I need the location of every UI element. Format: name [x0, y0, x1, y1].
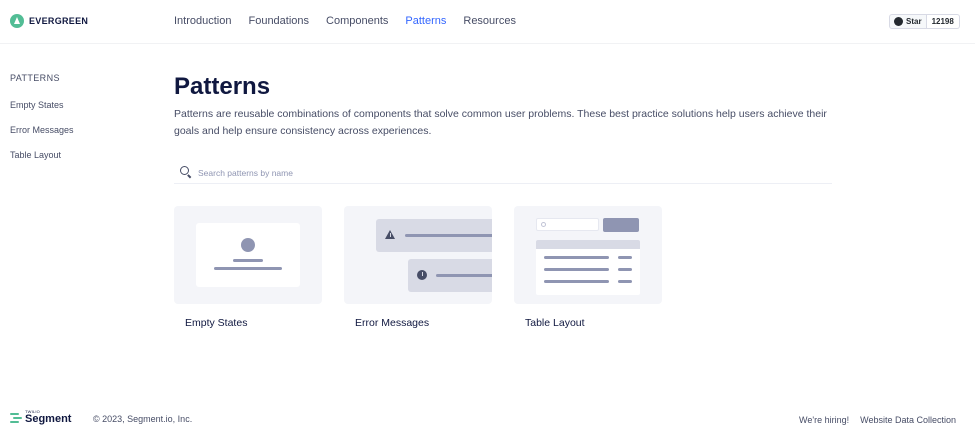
- card-label: Error Messages: [355, 317, 430, 329]
- error-messages-thumbnail: [344, 206, 492, 304]
- pattern-cards: Empty States Error Messages Table Layout: [174, 206, 684, 329]
- table-illustration: [536, 240, 640, 295]
- card-label: Table Layout: [525, 317, 585, 329]
- nav-foundations[interactable]: Foundations: [248, 15, 309, 27]
- segment-logo-icon: [10, 412, 22, 424]
- nav-components[interactable]: Components: [326, 15, 388, 27]
- nav-resources[interactable]: Resources: [463, 15, 516, 27]
- search-input[interactable]: [198, 167, 798, 178]
- sidebar-item-table-layout[interactable]: Table Layout: [10, 150, 74, 175]
- main-nav: Introduction Foundations Components Patt…: [174, 15, 533, 27]
- placeholder-line: [618, 280, 632, 283]
- footer-links: We're hiring! Website Data Collection: [799, 415, 956, 425]
- placeholder-line: [544, 268, 609, 271]
- placeholder-line: [618, 256, 632, 259]
- placeholder-line: [405, 234, 492, 237]
- placeholder-line: [214, 267, 282, 270]
- error-banner-illustration: [408, 259, 492, 292]
- placeholder-line: [618, 268, 632, 271]
- placeholder-line: [544, 256, 609, 259]
- sidebar-item-empty-states[interactable]: Empty States: [10, 100, 74, 125]
- evergreen-logo-icon: [10, 14, 24, 28]
- card-empty-states[interactable]: Empty States: [174, 206, 322, 329]
- placeholder-line: [233, 259, 263, 262]
- sidebar-item-error-messages[interactable]: Error Messages: [10, 125, 74, 150]
- error-mark: [421, 272, 423, 276]
- card-error-messages[interactable]: Error Messages: [344, 206, 492, 329]
- brand-name: EVERGREEN: [29, 16, 89, 26]
- search-bar: [174, 162, 832, 184]
- warning-banner-illustration: [376, 219, 492, 252]
- mini-search-icon: [541, 222, 546, 227]
- placeholder-line: [544, 280, 609, 283]
- table-header-illustration: [536, 240, 640, 249]
- placeholder-line: [436, 274, 492, 277]
- sidebar-heading: PATTERNS: [10, 73, 60, 83]
- table-button-illustration: [603, 218, 639, 232]
- nav-patterns[interactable]: Patterns: [405, 15, 446, 27]
- page-title: Patterns: [174, 73, 271, 100]
- github-star-count[interactable]: 12198: [926, 14, 960, 29]
- placeholder-circle: [241, 238, 255, 252]
- empty-state-illustration: [196, 223, 300, 287]
- card-table-layout[interactable]: Table Layout: [514, 206, 662, 329]
- table-layout-thumbnail: [514, 206, 662, 304]
- github-icon: [894, 17, 903, 26]
- sidebar: PATTERNS Empty States Error Messages Tab…: [10, 73, 74, 175]
- page-description: Patterns are reusable combinations of co…: [174, 108, 827, 137]
- table-search-illustration: [536, 218, 599, 231]
- segment-name: Segment: [25, 413, 72, 425]
- empty-states-thumbnail: [174, 206, 322, 304]
- brand-logo[interactable]: EVERGREEN: [10, 14, 88, 28]
- segment-logo[interactable]: TWILIO Segment: [10, 410, 71, 425]
- website-data-collection-link[interactable]: Website Data Collection: [860, 415, 956, 425]
- copyright-text: © 2023, Segment.io, Inc.: [93, 414, 193, 424]
- github-star-widget: Star 12198: [889, 14, 960, 29]
- segment-wordmark: TWILIO Segment: [25, 410, 71, 425]
- github-star-label: Star: [906, 17, 922, 26]
- top-header: EVERGREEN Introduction Foundations Compo…: [0, 0, 975, 44]
- search-icon: [179, 165, 195, 181]
- warning-mark: [389, 233, 391, 237]
- card-label: Empty States: [185, 317, 248, 329]
- github-star-button[interactable]: Star: [889, 14, 927, 29]
- nav-introduction[interactable]: Introduction: [174, 15, 231, 27]
- hiring-link[interactable]: We're hiring!: [799, 415, 849, 425]
